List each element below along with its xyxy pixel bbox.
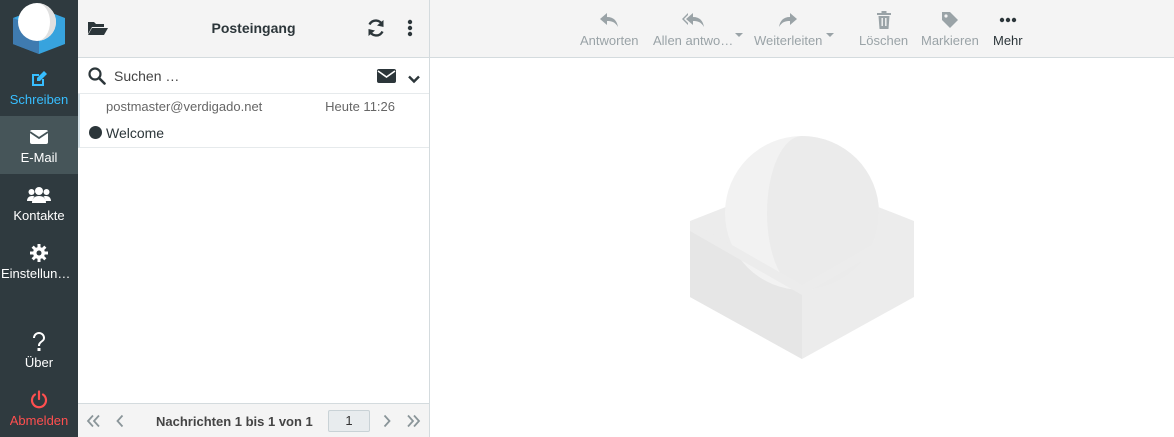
- mail-app: Schreiben E-Mail Kontakte Einstellungen: [0, 0, 1174, 437]
- message-subject: Welcome: [106, 125, 165, 141]
- nav-label-compose: Schreiben: [9, 92, 69, 107]
- forward-icon: [778, 8, 798, 32]
- unread-indicator-icon[interactable]: [89, 126, 102, 139]
- forward-dropdown-icon[interactable]: [825, 26, 835, 37]
- question-icon: [32, 331, 46, 353]
- message-count: Nachrichten 1 bis 1 von 1: [156, 414, 313, 429]
- search-icon: [88, 67, 106, 90]
- more-label: Mehr: [993, 33, 1023, 48]
- last-page-icon[interactable]: [405, 412, 423, 430]
- message-sender: postmaster@verdigado.net: [106, 99, 263, 114]
- nav-mail[interactable]: E-Mail: [0, 116, 78, 174]
- mark-button[interactable]: Markieren: [921, 8, 979, 52]
- nav-label-logout: Abmelden: [9, 413, 69, 428]
- envelope-icon: [29, 126, 49, 148]
- search-scope-button[interactable]: [377, 69, 396, 88]
- nav-contacts[interactable]: Kontakte: [0, 174, 78, 232]
- search-bar: [78, 58, 429, 94]
- search-input[interactable]: [114, 64, 364, 88]
- page-number-input[interactable]: 1: [328, 410, 370, 432]
- message-list-item[interactable]: postmaster@verdigado.net Heute 11:26 Wel…: [78, 94, 429, 148]
- users-icon: [27, 184, 51, 206]
- message-list-panel: Posteingang Suchen … postmaster@verdigad…: [78, 0, 430, 437]
- list-header: Posteingang: [78, 0, 429, 58]
- delete-button[interactable]: Löschen: [859, 8, 908, 52]
- delete-label: Löschen: [859, 33, 909, 48]
- main-navigation: Schreiben E-Mail Kontakte Einstellungen: [0, 0, 78, 437]
- message-date: Heute 11:26: [325, 99, 395, 114]
- nav-compose[interactable]: Schreiben: [0, 58, 78, 116]
- vertical-ellipsis-icon: [407, 19, 413, 42]
- nav-label-mail: E-Mail: [20, 150, 58, 165]
- compose-icon: [29, 68, 49, 90]
- previous-page-icon[interactable]: [111, 412, 129, 430]
- gear-icon: [30, 242, 48, 264]
- nav-label-about: Über: [24, 355, 54, 370]
- list-options-button[interactable]: [398, 18, 422, 42]
- next-page-icon[interactable]: [378, 412, 396, 430]
- message-content-panel: Antworten Allen antwo… Weiterleiten Lösc…: [430, 0, 1174, 437]
- nav-label-settings: Einstellungen: [1, 266, 77, 281]
- more-button[interactable]: Mehr: [993, 8, 1023, 52]
- app-logo: [0, 0, 78, 58]
- reply-all-label: Allen antwo…: [653, 33, 734, 48]
- power-icon: [29, 389, 49, 411]
- empty-state-logo-watermark: [690, 135, 914, 361]
- nav-about[interactable]: Über: [0, 321, 78, 379]
- reply-all-button[interactable]: Allen antwo…: [653, 8, 733, 52]
- search-options-chevron-icon[interactable]: [408, 71, 420, 89]
- forward-label: Weiterleiten: [754, 33, 823, 48]
- nav-settings[interactable]: Einstellungen: [0, 232, 78, 290]
- reply-icon: [599, 8, 619, 32]
- more-icon: [999, 8, 1017, 32]
- refresh-button[interactable]: [364, 18, 388, 42]
- refresh-icon: [366, 18, 386, 43]
- reply-button[interactable]: Antworten: [580, 8, 639, 52]
- message-toolbar: Antworten Allen antwo… Weiterleiten Lösc…: [430, 0, 1174, 58]
- mark-label: Markieren: [921, 33, 979, 48]
- forward-button[interactable]: Weiterleiten: [754, 8, 822, 52]
- reply-label: Antworten: [580, 33, 639, 48]
- list-pagination: Nachrichten 1 bis 1 von 1 1: [78, 403, 429, 437]
- nav-label-contacts: Kontakte: [13, 208, 65, 223]
- reply-all-dropdown-icon[interactable]: [734, 26, 744, 37]
- trash-icon: [876, 8, 892, 32]
- first-page-icon[interactable]: [84, 412, 102, 430]
- nav-logout[interactable]: Abmelden: [0, 379, 78, 437]
- tag-icon: [941, 8, 959, 32]
- reply-all-icon: [682, 8, 705, 32]
